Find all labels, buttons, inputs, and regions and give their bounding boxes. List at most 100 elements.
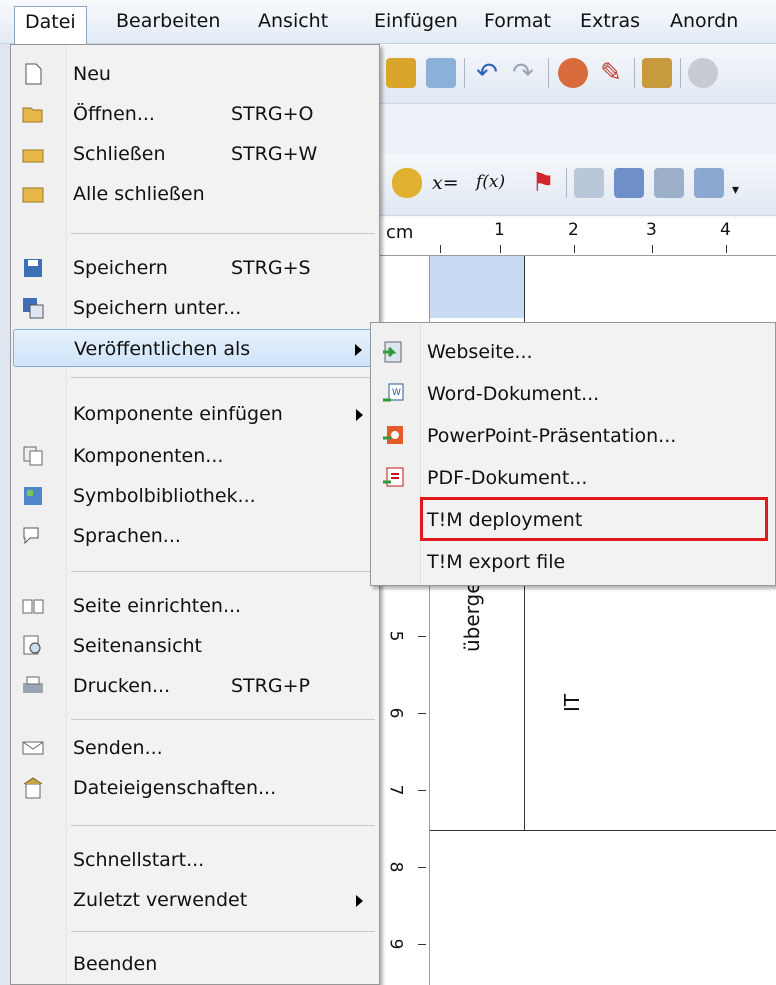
submenu-item-webseite[interactable]: Webseite... [373, 333, 773, 371]
menu-item-symbolbibliothek[interactable]: Symbolbibliothek... [13, 477, 377, 515]
menu-item-senden[interactable]: Senden... [13, 729, 377, 767]
menu-format[interactable]: Format [474, 6, 561, 38]
menu-item-beenden[interactable]: Beenden [13, 945, 377, 983]
ruler-label: 7 [385, 784, 406, 796]
page-setup-icon [22, 599, 44, 614]
standard-toolbar: ↶ ↷ ✎ [378, 44, 776, 104]
submenu-arrow-icon [356, 409, 363, 421]
help-icon[interactable] [688, 58, 718, 88]
menu-item-oeffnen[interactable]: Öffnen... STRG+O [13, 95, 377, 133]
horizontal-ruler: 1 2 3 4 [430, 218, 776, 256]
ruler-label: 8 [385, 861, 406, 873]
word-export-icon: W [383, 383, 404, 402]
toolbar-separator [548, 58, 549, 88]
menu-item-schnellstart[interactable]: Schnellstart... [13, 841, 377, 879]
file-menu: Neu Öffnen... STRG+O Schließen STRG+W Al… [10, 44, 380, 985]
submenu-item-pdf-dokument[interactable]: PDF-Dokument... [373, 459, 773, 497]
print-icon [23, 676, 43, 693]
toolbar-separator [634, 58, 635, 88]
formula-toolbar: x= f(x) ⚑ ▾ [378, 154, 776, 216]
hierarchy-icon[interactable] [694, 168, 724, 198]
toolbar-separator [464, 58, 465, 88]
ruler-label: 1 [494, 220, 505, 240]
menu-separator [71, 571, 375, 572]
menu-item-komponente-einfuegen[interactable]: Komponente einfügen [13, 395, 377, 433]
webpage-export-icon [383, 341, 402, 363]
menu-item-drucken[interactable]: Drucken... STRG+P [13, 667, 377, 705]
ruler-label: 5 [385, 630, 406, 642]
menu-separator [71, 377, 375, 378]
swimlane-text: IT [560, 693, 584, 712]
submenu-arrow-icon [356, 895, 363, 907]
ruler-label: 3 [646, 220, 657, 240]
menu-bearbeiten[interactable]: Bearbeiten [106, 6, 230, 38]
pencil-icon[interactable]: ✎ [596, 58, 626, 88]
swimlane-header-fill [430, 256, 524, 318]
menu-extras[interactable]: Extras [570, 6, 650, 38]
menu-item-dateieigenschaften[interactable]: Dateieigenschaften... [13, 769, 377, 807]
menu-separator [71, 825, 375, 826]
menu-item-veroeffentlichen-als[interactable]: Veröffentlichen als [13, 329, 377, 367]
submenu-arrow-icon [355, 344, 362, 356]
menu-item-seite-einrichten[interactable]: Seite einrichten... [13, 587, 377, 625]
symbol-library-icon [24, 487, 42, 505]
save-icon [24, 259, 42, 277]
flag-icon[interactable]: ⚑ [528, 168, 558, 198]
structure-icon[interactable] [642, 58, 672, 88]
color-palette-icon[interactable] [558, 58, 588, 88]
file-properties-icon [23, 777, 43, 799]
redo-icon[interactable]: ↷ [508, 58, 538, 88]
menu-item-zuletzt-verwendet[interactable]: Zuletzt verwendet [13, 881, 377, 919]
submenu-item-word-dokument[interactable]: W Word-Dokument... [373, 375, 773, 413]
menu-item-schliessen[interactable]: Schließen STRG+W [13, 135, 377, 173]
svg-text:W: W [392, 388, 401, 398]
ruler-label: 4 [720, 220, 731, 240]
menu-anordnen[interactable]: Anordn [660, 6, 748, 38]
menu-einfuegen[interactable]: Einfügen [364, 6, 468, 38]
function-button[interactable]: f(x) [476, 172, 505, 192]
menu-item-sprachen[interactable]: Sprachen... [13, 517, 377, 555]
menu-bar: Datei Bearbeiten Ansicht Einfügen Format… [0, 0, 776, 44]
submenu-item-tim-export-file[interactable]: T!M export file [373, 543, 773, 581]
bell-icon[interactable] [392, 168, 422, 198]
menu-separator [71, 719, 375, 720]
print-preview-icon [23, 635, 41, 655]
languages-icon [23, 527, 39, 545]
menu-separator [71, 931, 375, 932]
menu-item-alle-schliessen[interactable]: Alle schließen [13, 175, 377, 213]
ruler-label: 9 [385, 938, 406, 950]
annotation-highlight-box [420, 497, 768, 541]
toolbar-overflow-icon[interactable]: ▾ [732, 182, 739, 198]
close-folder-icon [22, 149, 44, 163]
menu-separator [71, 233, 375, 234]
menu-datei[interactable]: Datei [14, 6, 87, 44]
save-as-icon [23, 298, 44, 319]
menu-item-neu[interactable]: Neu [13, 55, 377, 93]
pdf-export-icon [383, 467, 404, 487]
format-painter-icon[interactable] [426, 58, 456, 88]
menu-ansicht[interactable]: Ansicht [248, 6, 338, 38]
close-all-icon [22, 187, 44, 203]
left-gutter [0, 44, 10, 985]
menu-item-speichern-unter[interactable]: Speichern unter... [13, 289, 377, 327]
menu-item-seitenansicht[interactable]: Seitenansicht [13, 627, 377, 665]
toolbar-row-empty [378, 104, 776, 154]
swimlane-header-text: überge [460, 581, 484, 652]
ruler-label: 2 [568, 220, 579, 240]
paste-icon[interactable] [386, 58, 416, 88]
powerpoint-export-icon [383, 426, 403, 444]
menu-item-komponenten[interactable]: Komponenten... [13, 437, 377, 475]
table-icon[interactable] [614, 168, 644, 198]
toolbar-separator [566, 168, 567, 198]
ruler-label: 6 [385, 707, 406, 719]
ruler-unit: cm [378, 218, 430, 256]
list-icon[interactable] [654, 168, 684, 198]
components-icon [23, 446, 43, 466]
publish-submenu: Webseite... W Word-Dokument... PowerPoin… [370, 322, 776, 586]
formula-button[interactable]: x= [432, 172, 459, 194]
menu-item-speichern[interactable]: Speichern STRG+S [13, 249, 377, 287]
copy-icon[interactable] [574, 168, 604, 198]
send-icon [22, 741, 44, 755]
submenu-item-powerpoint[interactable]: PowerPoint-Präsentation... [373, 417, 773, 455]
undo-icon[interactable]: ↶ [472, 58, 502, 88]
